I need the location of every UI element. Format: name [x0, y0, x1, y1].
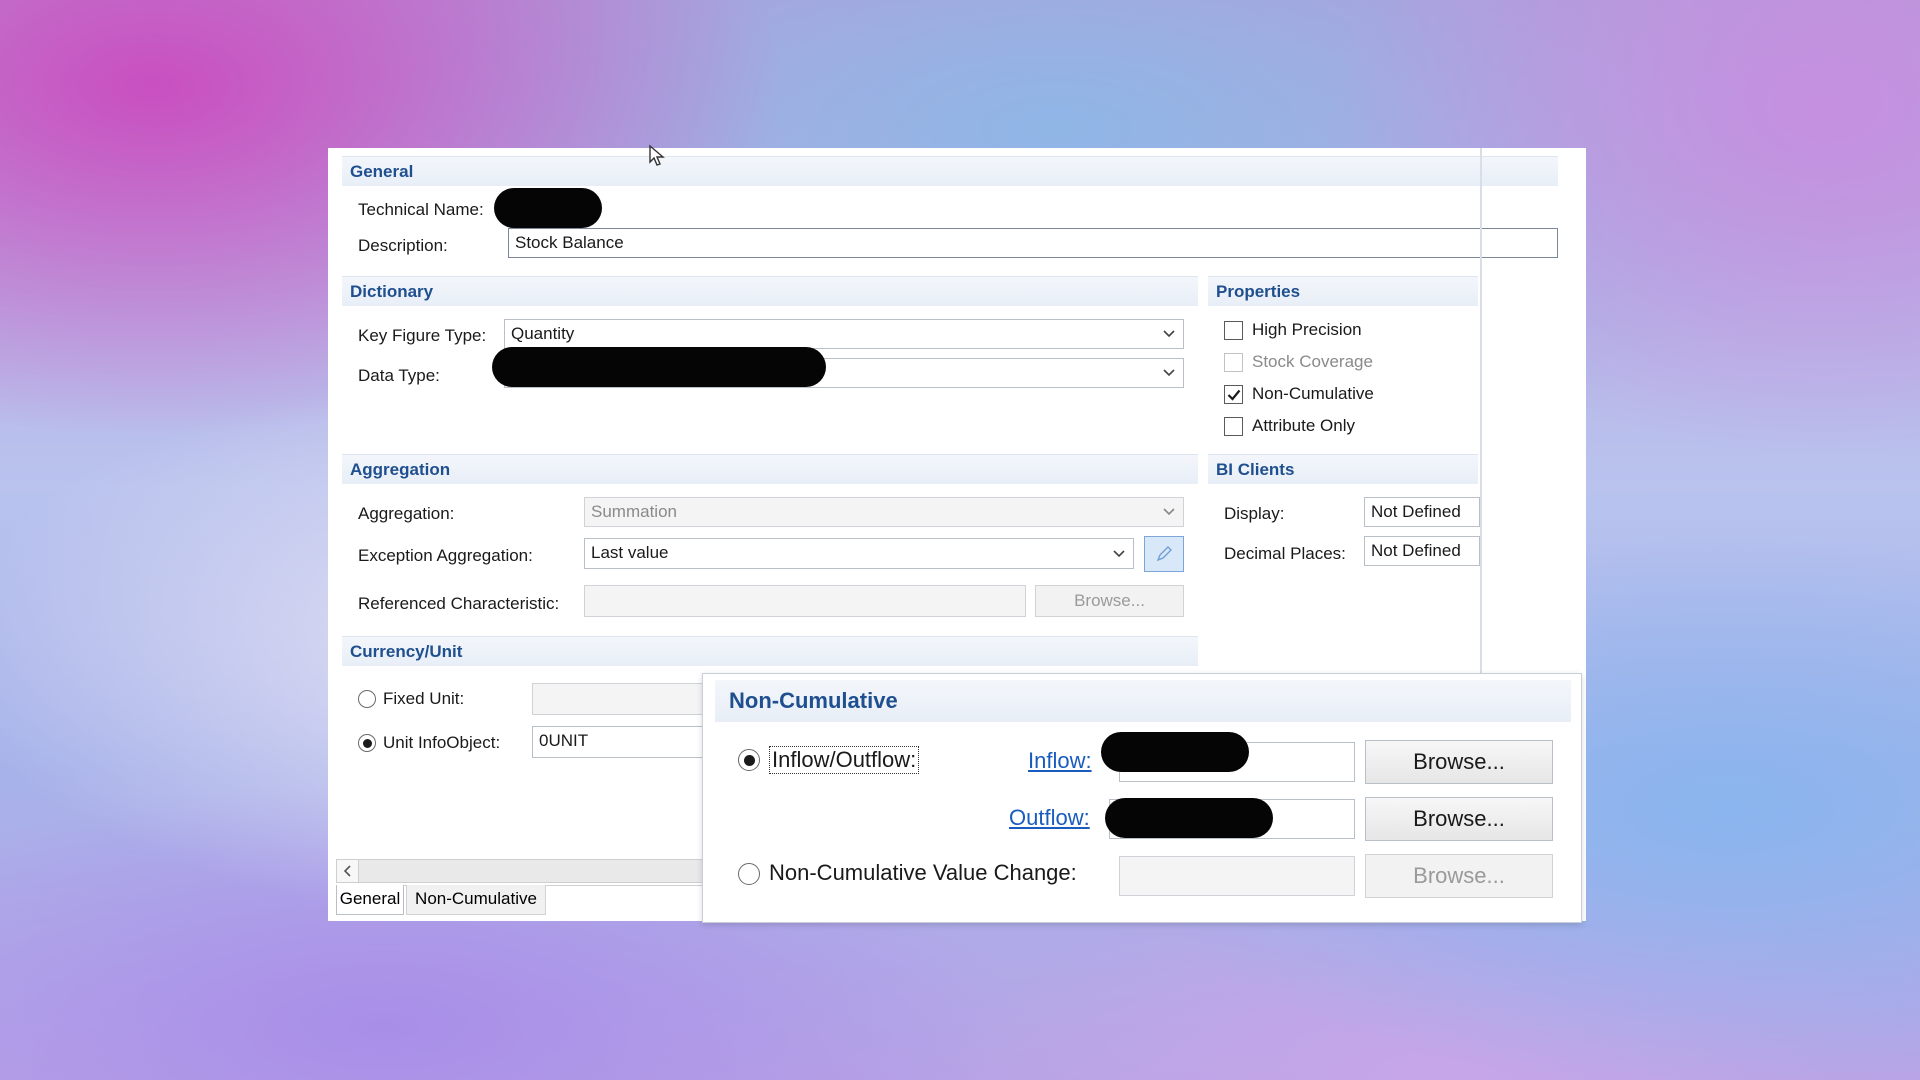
fixed-unit-label: Fixed Unit:: [383, 689, 465, 708]
unit-infoobject-radio[interactable]: [358, 734, 376, 752]
decimal-places-select[interactable]: Not Defined: [1364, 536, 1480, 566]
unit-infoobject-value: 0UNIT: [539, 731, 589, 750]
decimal-places-label: Decimal Places:: [1224, 544, 1346, 563]
exception-aggregation-value: Last value: [591, 543, 669, 562]
aggregation-section-title: Aggregation: [350, 460, 451, 479]
exception-aggregation-label: Exception Aggregation:: [358, 546, 533, 565]
unit-infoobject-label: Unit InfoObject:: [383, 733, 501, 752]
non-cumulative-panel: Non-Cumulative Inflow/Outflow: Inflow: B…: [702, 673, 1582, 923]
tab-general-label: General: [339, 889, 401, 908]
value-change-input[interactable]: [1119, 856, 1355, 896]
value-change-radio[interactable]: [738, 863, 760, 885]
chevron-down-icon[interactable]: [1155, 359, 1183, 387]
editor-right-border: [1480, 148, 1482, 673]
dictionary-section-header: Dictionary: [342, 276, 1198, 306]
horizontal-scrollbar[interactable]: [336, 859, 716, 883]
edit-exception-aggregation-button[interactable]: [1144, 536, 1184, 572]
chevron-down-icon[interactable]: [1155, 498, 1183, 526]
high-precision-checkbox[interactable]: [1224, 321, 1243, 340]
referenced-characteristic-input[interactable]: [584, 585, 1026, 617]
general-section-header: General: [342, 156, 1558, 186]
non-cumulative-label: Non-Cumulative: [1252, 384, 1374, 403]
description-label: Description:: [358, 236, 448, 255]
chevron-down-icon[interactable]: [1155, 320, 1183, 348]
inflow-browse-button[interactable]: Browse...: [1365, 740, 1553, 784]
bi-clients-section-header: BI Clients: [1208, 454, 1478, 484]
inflow-outflow-label: Inflow/Outflow:: [769, 746, 920, 774]
display-select[interactable]: Not Defined: [1364, 497, 1480, 527]
inflow-outflow-radio[interactable]: [738, 749, 760, 771]
properties-section-title: Properties: [1216, 282, 1301, 301]
data-type-label: Data Type:: [358, 366, 440, 385]
chevron-down-icon[interactable]: [1105, 539, 1133, 568]
stock-coverage-checkbox[interactable]: [1224, 353, 1243, 372]
non-cumulative-checkbox[interactable]: [1224, 385, 1243, 404]
aggregation-select[interactable]: Summation: [584, 497, 1184, 527]
checkmark-icon: [1227, 389, 1240, 401]
browse-label: Browse...: [1413, 806, 1505, 831]
tab-non-cumulative-label: Non-Cumulative: [415, 889, 537, 908]
aggregation-section-header: Aggregation: [342, 454, 1198, 484]
non-cumulative-panel-header: Non-Cumulative: [715, 680, 1571, 722]
key-figure-type-select[interactable]: Quantity: [504, 319, 1184, 349]
outflow-redaction: [1105, 798, 1273, 838]
decimal-places-value: Not Defined: [1371, 541, 1461, 560]
scroll-left-icon[interactable]: [337, 860, 359, 882]
mouse-cursor-icon: [648, 144, 670, 168]
currency-unit-section-title: Currency/Unit: [350, 642, 463, 661]
non-cumulative-title: Non-Cumulative: [729, 688, 898, 713]
display-value: Not Defined: [1371, 502, 1461, 521]
browse-label: Browse...: [1413, 749, 1505, 774]
inflow-redaction: [1101, 732, 1249, 772]
description-input[interactable]: Stock Balance: [508, 228, 1558, 258]
referenced-characteristic-browse-button[interactable]: Browse...: [1035, 585, 1184, 617]
general-section-title: General: [350, 162, 414, 181]
tab-non-cumulative[interactable]: Non-Cumulative: [406, 885, 546, 915]
aggregation-label: Aggregation:: [358, 504, 455, 523]
browse-label: Browse...: [1413, 863, 1505, 888]
properties-section-header: Properties: [1208, 276, 1478, 306]
dictionary-section-title: Dictionary: [350, 282, 434, 301]
technical-name-label: Technical Name:: [358, 200, 484, 219]
tab-general[interactable]: General: [336, 885, 404, 915]
exception-aggregation-select[interactable]: Last value: [584, 538, 1134, 569]
technical-name-redaction: [494, 188, 602, 228]
value-change-browse-button[interactable]: Browse...: [1365, 854, 1553, 898]
browse-label: Browse...: [1074, 591, 1145, 610]
key-figure-type-label: Key Figure Type:: [358, 326, 487, 345]
display-label: Display:: [1224, 504, 1285, 523]
bi-clients-section-title: BI Clients: [1216, 460, 1295, 479]
stock-coverage-label: Stock Coverage: [1252, 352, 1373, 371]
high-precision-label: High Precision: [1252, 320, 1362, 339]
inflow-link[interactable]: Inflow:: [1028, 748, 1092, 774]
attribute-only-label: Attribute Only: [1252, 416, 1355, 435]
data-type-redaction: [492, 347, 826, 387]
pencil-icon: [1156, 546, 1172, 562]
value-change-label: Non-Cumulative Value Change:: [769, 860, 1077, 885]
attribute-only-checkbox[interactable]: [1224, 417, 1243, 436]
key-figure-type-value: Quantity: [511, 324, 575, 343]
fixed-unit-input[interactable]: [532, 683, 712, 715]
referenced-characteristic-label: Referenced Characteristic:: [358, 594, 560, 613]
fixed-unit-radio[interactable]: [358, 690, 376, 708]
unit-infoobject-input[interactable]: 0UNIT: [532, 726, 712, 758]
description-value: Stock Balance: [515, 233, 624, 252]
outflow-browse-button[interactable]: Browse...: [1365, 797, 1553, 841]
outflow-link[interactable]: Outflow:: [1009, 805, 1090, 831]
currency-unit-section-header: Currency/Unit: [342, 636, 1198, 666]
aggregation-value: Summation: [591, 502, 677, 521]
